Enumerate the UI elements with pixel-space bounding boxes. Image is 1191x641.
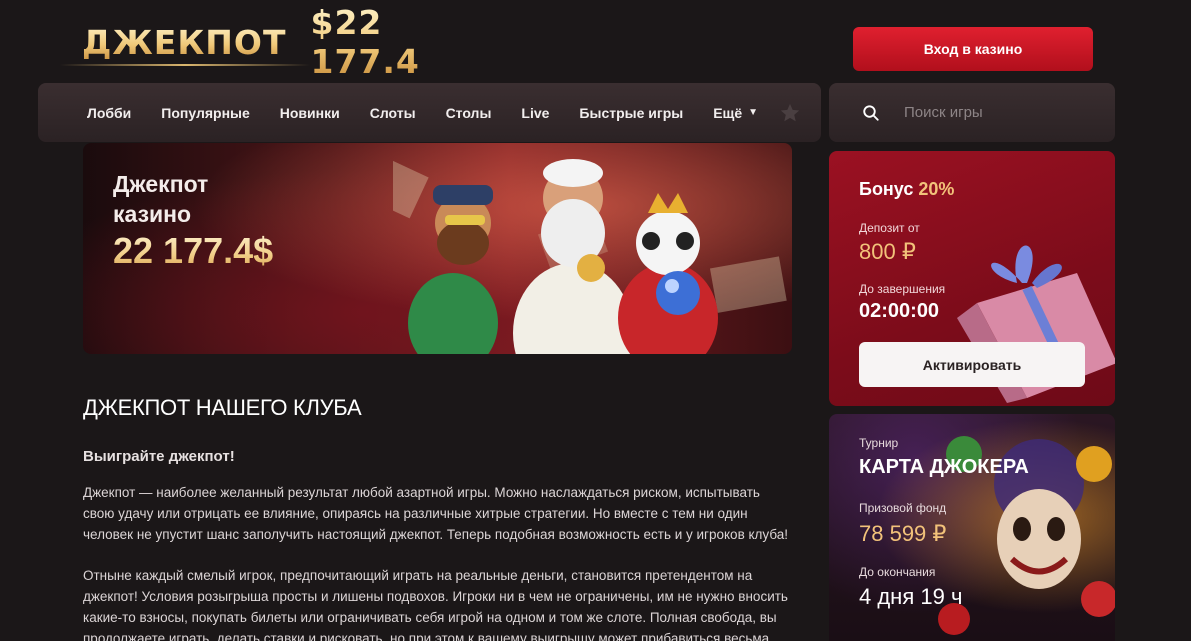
nav-item-tables[interactable]: Столы [446, 105, 492, 121]
search-icon[interactable] [862, 104, 880, 122]
prize-label: Призовой фонд [859, 501, 947, 515]
nav-item-live[interactable]: Live [521, 105, 549, 121]
end-label: До завершения [859, 282, 946, 296]
article-subtitle: Выиграйте джекпот! [83, 448, 235, 465]
tournament-title: КАРТА ДЖОКЕРА [859, 456, 1029, 478]
jackpot-banner[interactable]: Джекпот казино 22 177.4$ [83, 143, 792, 354]
tournament-label: Турнир [859, 436, 899, 450]
until-label: До окончания [859, 565, 936, 579]
deposit-value: 800 ₽ [859, 239, 916, 264]
prize-value: 78 599 ₽ [859, 521, 947, 546]
search-bar [829, 83, 1115, 142]
time-left: 4 дня 19 ч [859, 584, 963, 609]
jackpot-header: ДЖЕКПОТ $22 177.4 [60, 3, 480, 81]
article-title: ДЖЕКПОТ НАШЕГО КЛУБА [83, 395, 362, 420]
jackpot-amount: $22 177.4 [310, 3, 480, 81]
bonus-timer: 02:00:00 [859, 300, 940, 322]
login-button[interactable]: Вход в казино [853, 27, 1093, 71]
jackpot-glow-line [60, 64, 310, 66]
banner-line-2: казино [113, 201, 192, 227]
article-paragraph-2: Отныне каждый смелый игрок, предпочитающ… [83, 568, 788, 641]
bonus-card: Бонус 20% Депозит от 800 ₽ До завершения… [829, 151, 1115, 406]
star-icon[interactable] [779, 102, 801, 124]
bonus-percent: 20% [918, 179, 955, 199]
nav-item-more-label: Ещё [713, 104, 743, 121]
search-input[interactable] [904, 104, 1104, 121]
bonus-title: Бонус 20% [859, 179, 954, 200]
main-nav: Лобби Популярные Новинки Слоты Столы Liv… [38, 83, 821, 142]
deposit-label: Депозит от [859, 221, 920, 235]
chevron-down-icon: ▼ [748, 107, 759, 118]
nav-item-lobby[interactable]: Лобби [87, 105, 131, 121]
jackpot-title: ДЖЕКПОТ [82, 22, 287, 62]
nav-item-fast-games[interactable]: Быстрые игры [579, 105, 683, 121]
article-paragraph-1: Джекпот — наиболее желанный результат лю… [83, 485, 789, 542]
nav-item-new[interactable]: Новинки [280, 105, 340, 121]
bonus-title-label: Бонус [859, 179, 914, 199]
article: ДЖЕКПОТ НАШЕГО КЛУБА Выиграйте джекпот! … [83, 395, 795, 641]
banner-characters-image [393, 147, 787, 354]
banner-text: Джекпот казино 22 177.4$ [113, 169, 273, 273]
nav-item-more[interactable]: Ещё ▼ [713, 105, 758, 121]
nav-item-popular[interactable]: Популярные [161, 105, 249, 121]
tournament-card[interactable]: Турнир КАРТА ДЖОКЕРА Призовой фонд 78 59… [829, 414, 1115, 641]
banner-line-1: Джекпот [113, 171, 209, 197]
activate-button[interactable]: Активировать [859, 342, 1085, 387]
nav-item-slots[interactable]: Слоты [370, 105, 416, 121]
banner-amount: 22 177.4$ [113, 230, 274, 271]
